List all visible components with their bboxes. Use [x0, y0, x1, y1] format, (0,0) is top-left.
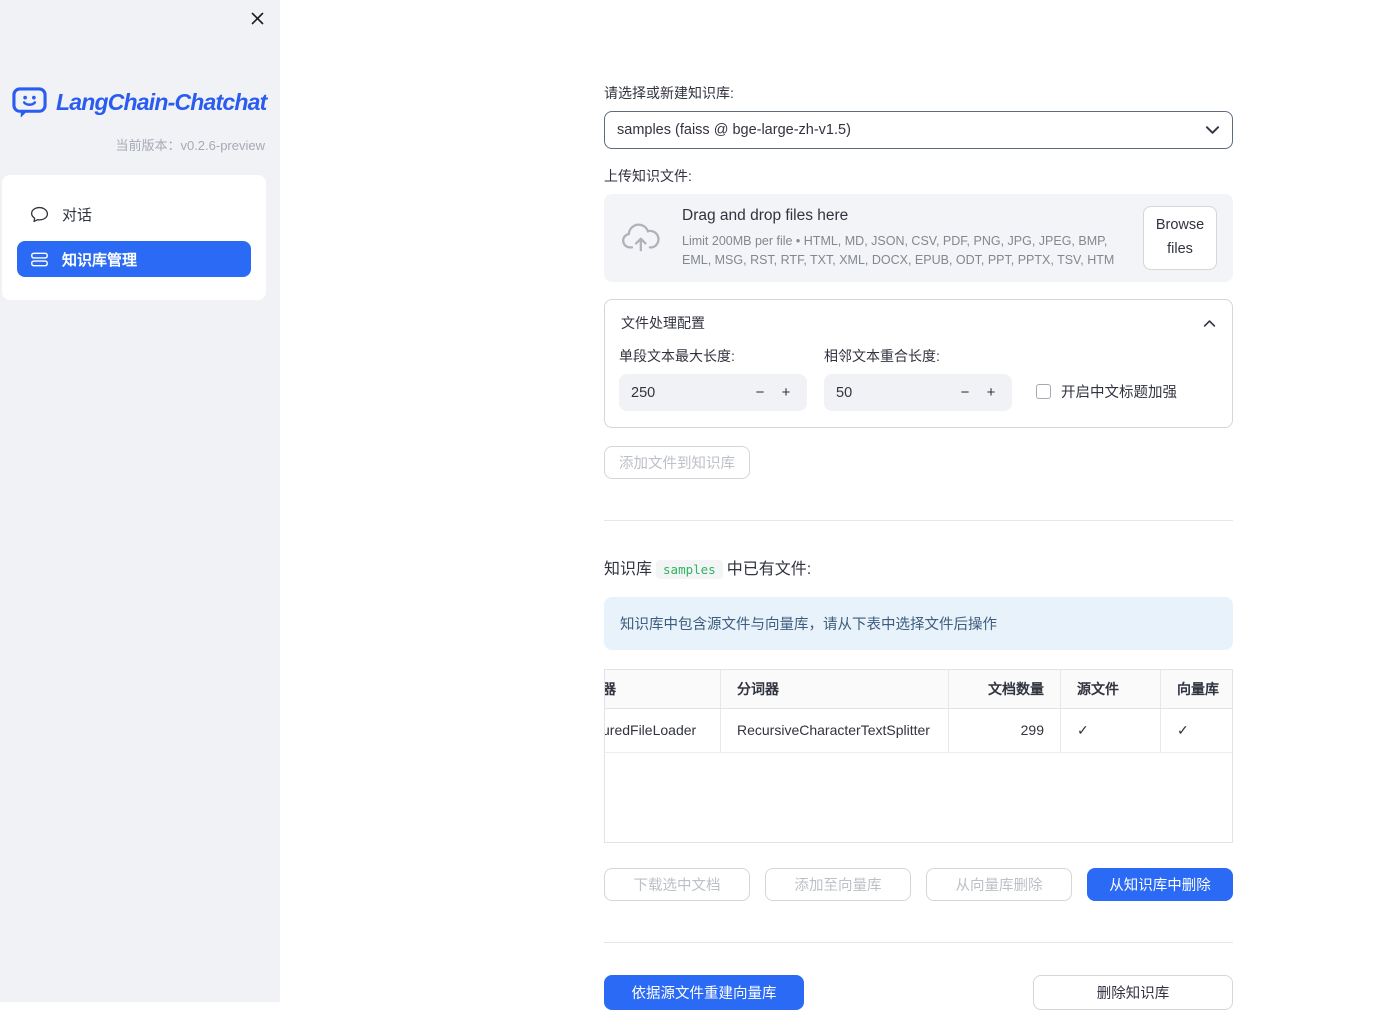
delete-from-kb-button[interactable]: 从知识库中删除: [1087, 868, 1233, 901]
kb-global-actions-row: 依据源文件重建向量库 删除知识库: [604, 975, 1233, 1010]
divider: [604, 942, 1233, 943]
kb-select-label: 请选择或新建知识库:: [604, 85, 734, 101]
decrement-icon[interactable]: −: [952, 384, 978, 401]
decrement-icon[interactable]: −: [747, 384, 773, 401]
zh-title-enhance-label: 开启中文标题加强: [1061, 385, 1177, 401]
add-files-to-kb-button[interactable]: 添加文件到知识库: [604, 446, 750, 479]
overlap-size-label: 相邻文本重合长度:: [824, 348, 940, 364]
chevron-up-icon: [1203, 319, 1216, 328]
expander-body: 单段文本最大长度: 250 − + 相邻文本重合长度: 50 − + 开启中文标…: [605, 334, 1232, 427]
col-loader: 器: [605, 670, 720, 709]
file-config-expander: 文件处理配置 单段文本最大长度: 250 − + 相邻文本重合长度: 50 − …: [604, 299, 1233, 428]
main-area: 请选择或新建知识库: samples (faiss @ bge-large-zh…: [280, 0, 1380, 1010]
overlap-size-field: 相邻文本重合长度: 50 − +: [824, 346, 1012, 411]
dropzone-text: Drag and drop files here Limit 200MB per…: [682, 207, 1143, 268]
sidebar-close-button[interactable]: [246, 7, 268, 29]
sidebar-menu: 对话 知识库管理: [2, 175, 266, 300]
cell-splitter[interactable]: RecursiveCharacterTextSplitter: [720, 709, 948, 753]
dropzone-title: Drag and drop files here: [682, 207, 849, 225]
sidebar-item-label: 对话: [62, 206, 93, 224]
rebuild-vector-store-button[interactable]: 依据源文件重建向量库: [604, 975, 804, 1010]
chunk-size-field: 单段文本最大长度: 250 − +: [619, 346, 807, 411]
kb-files-table: 器 分词器 文档数量 源文件 向量库 uredFileLoader Recurs…: [604, 669, 1233, 843]
dropzone-limits: Limit 200MB per file • HTML, MD, JSON, C…: [682, 234, 1115, 267]
download-selected-button[interactable]: 下载选中文档: [604, 868, 750, 901]
col-vector-store: 向量库: [1160, 670, 1232, 709]
chunk-size-value: 250: [631, 384, 656, 401]
kb-select-value: samples (faiss @ bge-large-zh-v1.5): [617, 122, 851, 138]
delete-kb-button[interactable]: 删除知识库: [1033, 975, 1233, 1010]
browse-files-button[interactable]: Browse files: [1143, 206, 1217, 270]
sidebar: LangChain-Chatchat 当前版本：v0.2.6-preview 对…: [0, 0, 280, 1002]
expander-title: 文件处理配置: [621, 315, 705, 331]
chat-bubble-icon: [30, 206, 49, 223]
col-splitter: 分词器: [720, 670, 948, 709]
chunk-size-label: 单段文本最大长度:: [619, 348, 735, 364]
col-doc-count: 文档数量: [948, 670, 1060, 709]
file-actions-row: 下载选中文档 添加至向量库 从向量库删除 从知识库中删除: [604, 868, 1233, 901]
version-text: 当前版本：v0.2.6-preview: [115, 138, 265, 153]
chunk-size-input[interactable]: 250 − +: [619, 374, 807, 411]
info-banner: 知识库中包含源文件与向量库，请从下表中选择文件后操作: [604, 597, 1233, 650]
close-icon: [250, 11, 265, 26]
delete-from-vector-store-button[interactable]: 从向量库删除: [926, 868, 1072, 901]
divider: [604, 520, 1233, 521]
table-row[interactable]: uredFileLoader RecursiveCharacterTextSpl…: [605, 709, 1232, 753]
sidebar-item-label: 知识库管理: [62, 251, 138, 269]
add-to-vector-store-button[interactable]: 添加至向量库: [765, 868, 911, 901]
kb-select[interactable]: samples (faiss @ bge-large-zh-v1.5): [604, 111, 1233, 149]
increment-icon[interactable]: +: [773, 384, 799, 401]
content-column: 请选择或新建知识库: samples (faiss @ bge-large-zh…: [604, 0, 1233, 1010]
table-empty-area: [605, 753, 1232, 842]
overlap-size-input[interactable]: 50 − +: [824, 374, 1012, 411]
kb-name-code: samples: [656, 560, 723, 579]
chatbot-logo-icon: [12, 86, 47, 119]
col-source-file: 源文件: [1060, 670, 1160, 709]
app-window: LangChain-Chatchat 当前版本：v0.2.6-preview 对…: [0, 0, 1380, 1010]
kb-files-heading: 知识库 samples 中已有文件:: [604, 560, 812, 579]
overlap-size-value: 50: [836, 384, 853, 401]
brand-name: LangChain-Chatchat: [56, 89, 267, 115]
expander-header[interactable]: 文件处理配置: [605, 300, 1232, 334]
stacked-list-icon: [30, 251, 49, 268]
file-dropzone[interactable]: Drag and drop files here Limit 200MB per…: [604, 194, 1233, 282]
sidebar-item-knowledge-base[interactable]: 知识库管理: [17, 241, 251, 277]
chevron-down-icon: [1205, 125, 1220, 135]
brand-logo: LangChain-Chatchat: [12, 86, 268, 119]
upload-label: 上传知识文件:: [604, 168, 692, 184]
cell-source-file-check[interactable]: ✓: [1060, 709, 1160, 753]
sidebar-item-dialogue[interactable]: 对话: [17, 196, 251, 232]
table-header-row: 器 分词器 文档数量 源文件 向量库: [605, 670, 1232, 709]
cell-loader[interactable]: uredFileLoader: [605, 709, 720, 753]
zh-title-enhance-row: 开启中文标题加强: [1036, 381, 1177, 402]
zh-title-enhance-checkbox[interactable]: [1036, 384, 1051, 399]
cell-doc-count[interactable]: 299: [948, 709, 1060, 753]
cloud-upload-icon: [620, 222, 662, 254]
increment-icon[interactable]: +: [978, 384, 1004, 401]
cell-vector-store-check[interactable]: ✓: [1160, 709, 1232, 753]
